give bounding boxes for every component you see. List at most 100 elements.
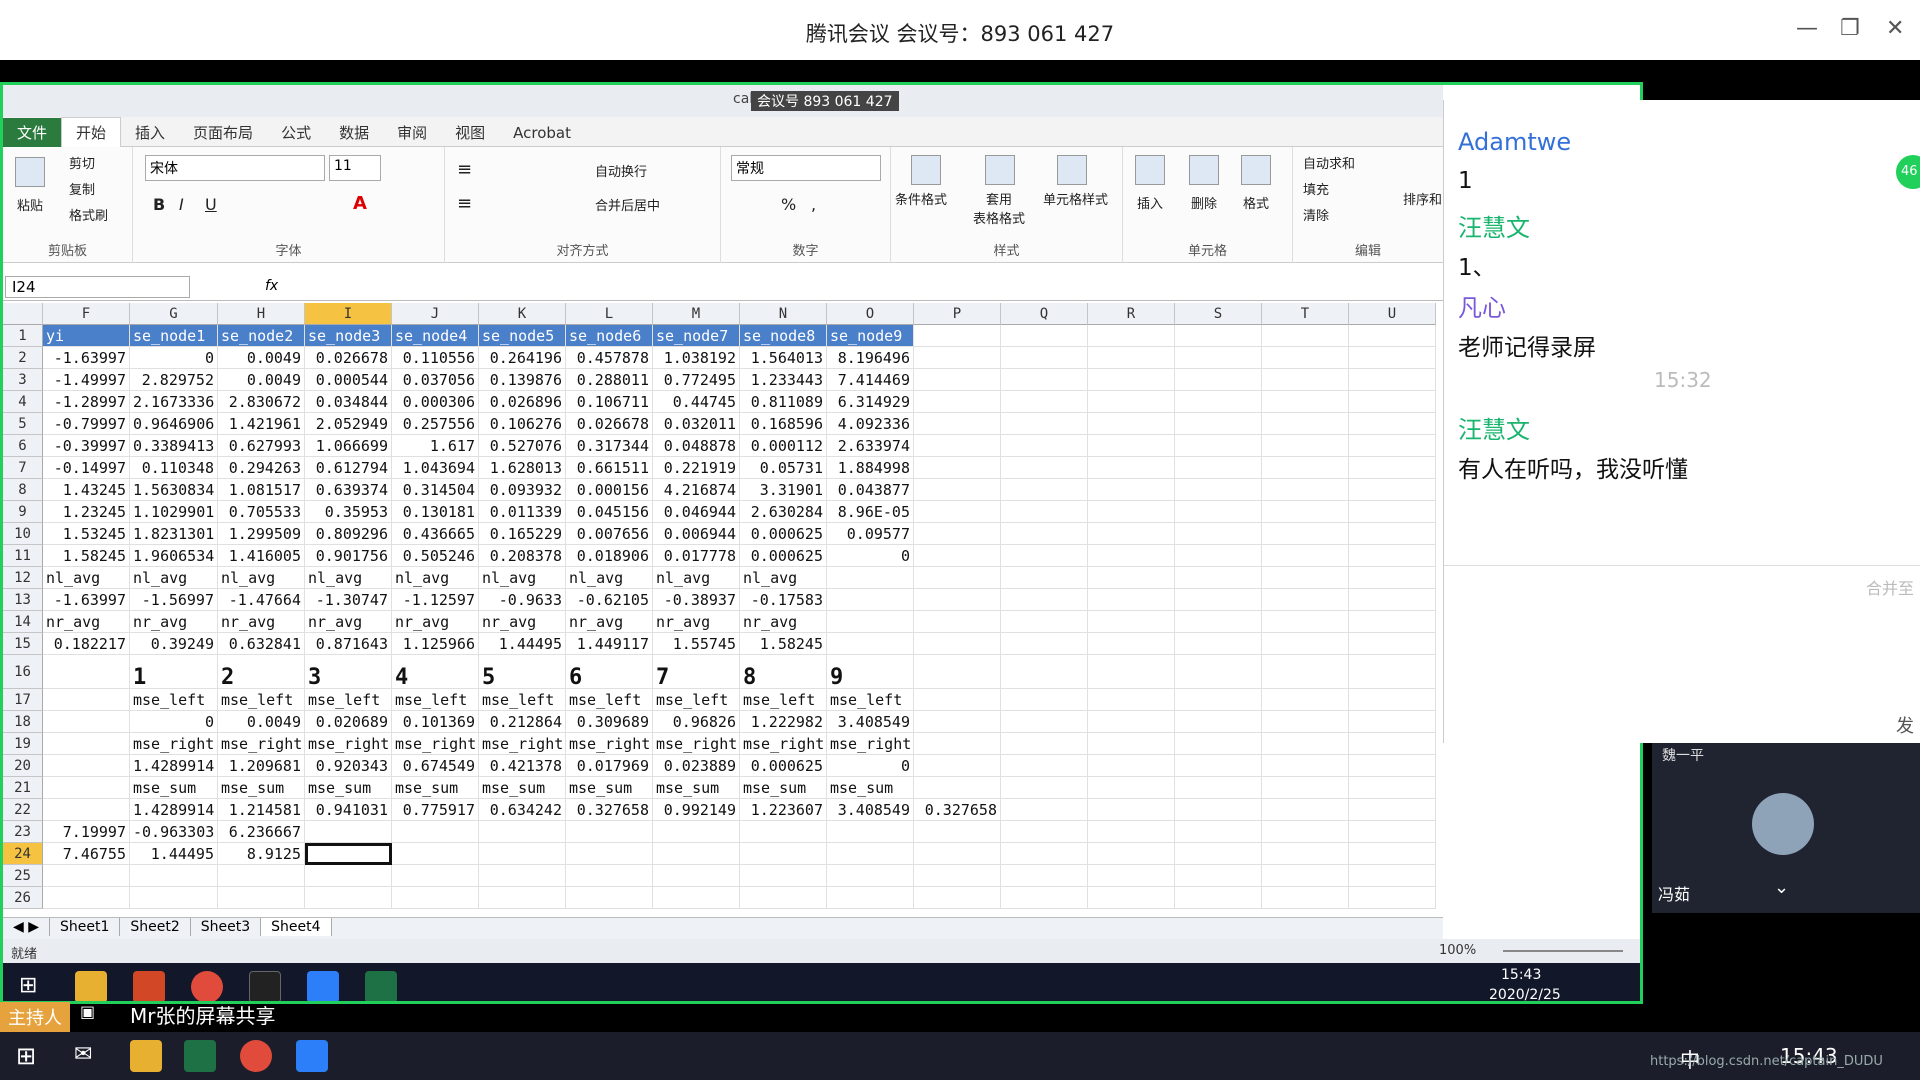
merge-center-button[interactable]: 合并后居中: [595, 195, 660, 214]
format-painter-button[interactable]: 格式刷: [69, 205, 108, 224]
column-header[interactable]: J: [392, 303, 479, 325]
row-header[interactable]: 26: [3, 887, 43, 909]
column-header[interactable]: S: [1175, 303, 1262, 325]
grid-cell[interactable]: [914, 821, 1001, 843]
row-header[interactable]: 3: [3, 369, 43, 391]
grid-cell[interactable]: 2.052949: [305, 413, 392, 435]
align-left-icon[interactable]: ≡: [457, 193, 472, 214]
grid-cell[interactable]: [1262, 567, 1349, 589]
grid-cell[interactable]: [218, 865, 305, 887]
grid-cell[interactable]: 0.775917: [392, 799, 479, 821]
grid-cell[interactable]: [1349, 755, 1436, 777]
grid-cell[interactable]: mse_right: [479, 733, 566, 755]
grid-cell[interactable]: 0.101369: [392, 711, 479, 733]
grid-cell[interactable]: [1349, 689, 1436, 711]
grid-cell[interactable]: [1175, 567, 1262, 589]
grid-cell[interactable]: 0.0049: [218, 711, 305, 733]
grid-cell[interactable]: 6.314929: [827, 391, 914, 413]
grid-cell[interactable]: [43, 655, 130, 689]
grid-cell[interactable]: [914, 391, 1001, 413]
column-header[interactable]: G: [130, 303, 218, 325]
grid-cell[interactable]: [1175, 821, 1262, 843]
grid-cell[interactable]: [1001, 799, 1088, 821]
tab-3[interactable]: 页面布局: [179, 118, 267, 148]
grid-cell[interactable]: mse_sum: [218, 777, 305, 799]
sheet-tab[interactable]: Sheet3: [191, 918, 262, 936]
grid-cell[interactable]: [1001, 347, 1088, 369]
grid-cell[interactable]: [1349, 501, 1436, 523]
zoom-slider[interactable]: [1503, 950, 1623, 952]
grid-cell[interactable]: 0.3389413: [130, 435, 218, 457]
grid-cell[interactable]: [1262, 633, 1349, 655]
grid-cell[interactable]: 0.457878: [566, 347, 653, 369]
grid-cell[interactable]: 0: [130, 347, 218, 369]
spreadsheet-grid[interactable]: F G H I J K L M N O P Q R S T U 1 yi se_node1 se_node2 se_no…: [3, 303, 1443, 917]
column-header[interactable]: Q: [1001, 303, 1088, 325]
grid-cell[interactable]: [914, 655, 1001, 689]
grid-cell[interactable]: 0.35953: [305, 501, 392, 523]
grid-cell[interactable]: 3: [305, 655, 392, 689]
grid-cell[interactable]: 0: [827, 545, 914, 567]
column-header[interactable]: O: [827, 303, 914, 325]
paste-button[interactable]: 粘贴: [17, 195, 43, 214]
grid-cell[interactable]: [1262, 777, 1349, 799]
grid-cell[interactable]: -1.49997: [43, 369, 130, 391]
grid-cell[interactable]: mse_left: [566, 689, 653, 711]
grid-cell[interactable]: [827, 589, 914, 611]
grid-cell[interactable]: [1349, 369, 1436, 391]
grid-cell[interactable]: nr_avg: [479, 611, 566, 633]
grid-cell[interactable]: [566, 821, 653, 843]
grid-cell[interactable]: [1349, 325, 1436, 347]
grid-cell[interactable]: [1088, 457, 1175, 479]
grid-cell[interactable]: [1349, 589, 1436, 611]
grid-cell[interactable]: 1.209681: [218, 755, 305, 777]
grid-cell[interactable]: 0.032011: [653, 413, 740, 435]
grid-cell[interactable]: 0.023889: [653, 755, 740, 777]
grid-cell[interactable]: 1.299509: [218, 523, 305, 545]
grid-cell[interactable]: [1262, 865, 1349, 887]
sheet-nav-arrows[interactable]: ◀ ▶: [3, 918, 50, 936]
grid-cell[interactable]: [1262, 325, 1349, 347]
grid-cell[interactable]: [1088, 633, 1175, 655]
grid-cell[interactable]: 3.31901: [740, 479, 827, 501]
cell-style-button[interactable]: 单元格样式: [1043, 189, 1108, 208]
grid-cell[interactable]: [914, 545, 1001, 567]
grid-cell[interactable]: -1.28997: [43, 391, 130, 413]
grid-cell[interactable]: [1001, 479, 1088, 501]
grid-cell[interactable]: [1262, 347, 1349, 369]
grid-cell[interactable]: 1.628013: [479, 457, 566, 479]
grid-cell[interactable]: [914, 633, 1001, 655]
grid-cell[interactable]: [1088, 689, 1175, 711]
grid-cell[interactable]: nr_avg: [305, 611, 392, 633]
grid-cell[interactable]: 0.705533: [218, 501, 305, 523]
grid-cell[interactable]: [1262, 501, 1349, 523]
row-header[interactable]: 22: [3, 799, 43, 821]
grid-cell[interactable]: 9: [827, 655, 914, 689]
grid-cell[interactable]: mse_right: [218, 733, 305, 755]
grid-cell[interactable]: mse_sum: [392, 777, 479, 799]
grid-cell[interactable]: 0.106711: [566, 391, 653, 413]
grid-cell[interactable]: [914, 843, 1001, 865]
grid-cell[interactable]: 3.408549: [827, 799, 914, 821]
chat-sender[interactable]: 凡心: [1458, 288, 1506, 323]
grid-cell[interactable]: 0.674549: [392, 755, 479, 777]
minimize-button[interactable]: —: [1796, 16, 1818, 41]
grid-cell[interactable]: 0.000625: [740, 523, 827, 545]
grid-cell[interactable]: [1262, 655, 1349, 689]
grid-cell[interactable]: [1349, 413, 1436, 435]
row-header[interactable]: 19: [3, 733, 43, 755]
close-button[interactable]: ✕: [1886, 16, 1904, 41]
grid-cell[interactable]: [1349, 633, 1436, 655]
grid-cell[interactable]: -0.39997: [43, 435, 130, 457]
row-header[interactable]: 13: [3, 589, 43, 611]
column-header[interactable]: R: [1088, 303, 1175, 325]
grid-cell[interactable]: -1.63997: [43, 589, 130, 611]
grid-cell[interactable]: 6: [566, 655, 653, 689]
grid-cell[interactable]: 3.408549: [827, 711, 914, 733]
grid-cell[interactable]: 1.884998: [827, 457, 914, 479]
grid-cell[interactable]: [1001, 887, 1088, 909]
grid-cell[interactable]: 0.05731: [740, 457, 827, 479]
grid-cell[interactable]: [1088, 799, 1175, 821]
grid-cell[interactable]: [653, 821, 740, 843]
conditional-format-button[interactable]: 条件格式: [895, 189, 947, 208]
